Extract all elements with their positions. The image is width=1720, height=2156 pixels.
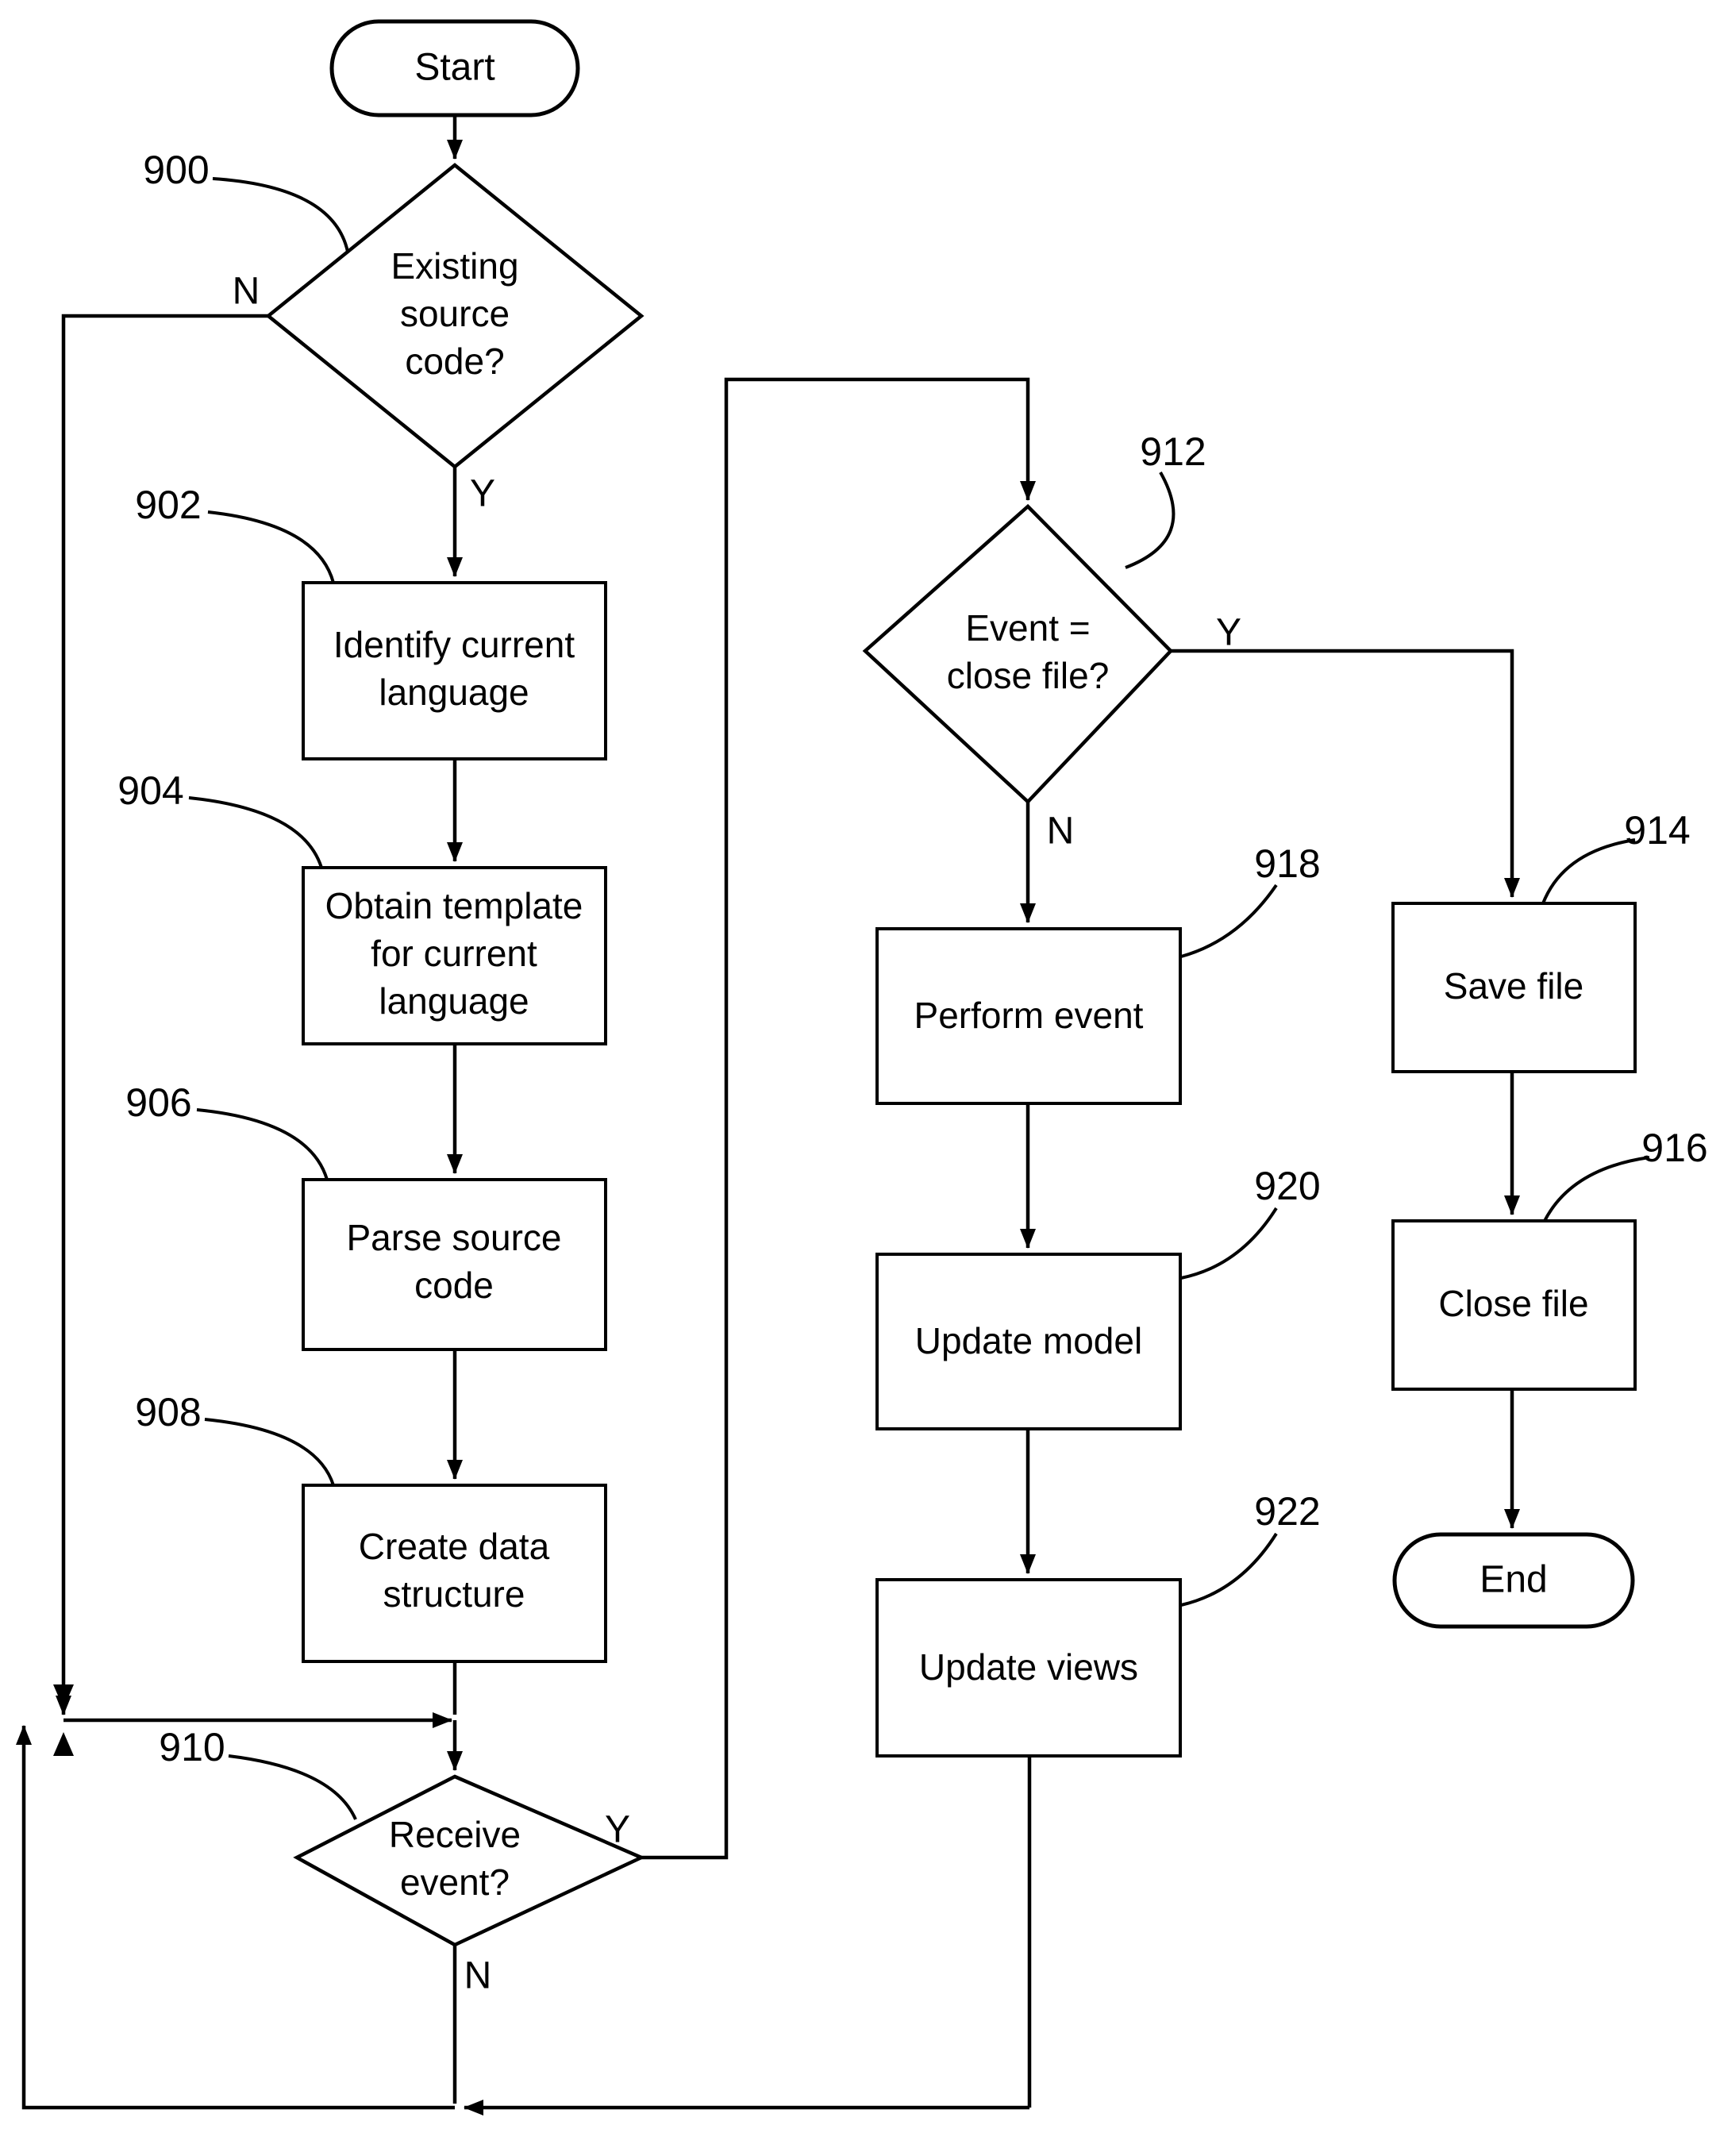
- identify-language-label-line2: language: [379, 672, 529, 713]
- obtain-template-label-line3: language: [379, 980, 529, 1022]
- obtain-template-label-line2: for current: [371, 933, 537, 974]
- update-model-label: Update model: [915, 1320, 1142, 1361]
- arrowhead-n-rail-into-junction: [53, 1684, 74, 1708]
- leader-908: [204, 1418, 335, 1486]
- create-structure-label-line1: Create data: [359, 1526, 550, 1567]
- ref-numeral-904: 904: [117, 768, 183, 813]
- branch-label-existing-source-yes: Y: [470, 473, 495, 515]
- ref-numeral-922: 922: [1254, 1489, 1320, 1534]
- leader-918: [1180, 884, 1278, 958]
- node-save-file: Save file: [1391, 902, 1637, 1073]
- start-label: Start: [414, 47, 494, 89]
- node-start: Start: [329, 19, 580, 117]
- leader-900: [212, 177, 349, 252]
- leader-910: [228, 1754, 357, 1820]
- branch-label-event-close-yes: Y: [1216, 612, 1241, 654]
- leader-914: [1541, 838, 1636, 904]
- update-views-label: Update views: [919, 1646, 1138, 1688]
- end-label: End: [1480, 1559, 1547, 1601]
- ref-numeral-902: 902: [135, 483, 201, 527]
- leader-916: [1543, 1156, 1650, 1222]
- node-create-structure: Create data structure: [302, 1484, 607, 1663]
- event-close-file-diamond-shape: [862, 503, 1174, 805]
- connector-event-close-yes-to-save-file: [1171, 649, 1520, 898]
- existing-source-label-line2: source: [400, 293, 510, 334]
- flowchart-canvas: Start Existing source code? Identify cur…: [16, 19, 1708, 2116]
- leader-912: [1125, 472, 1176, 569]
- perform-event-label: Perform event: [914, 995, 1144, 1036]
- node-update-model: Update model: [875, 1253, 1182, 1430]
- leader-904: [188, 796, 323, 868]
- ref-numeral-920: 920: [1254, 1164, 1320, 1208]
- ref-numeral-912: 912: [1140, 429, 1206, 474]
- ref-numeral-908: 908: [135, 1390, 201, 1434]
- obtain-template-label-line1: Obtain template: [325, 885, 583, 926]
- node-event-close-file-decision: Event = close file?: [862, 503, 1174, 805]
- node-perform-event: Perform event: [875, 927, 1182, 1105]
- parse-source-label-line2: code: [414, 1265, 494, 1306]
- ref-numeral-906: 906: [125, 1080, 191, 1125]
- connector-receive-event-yes-to-event-close-file: [641, 377, 1036, 1860]
- flowchart-diagram: Start Existing source code? Identify cur…: [0, 0, 1720, 2156]
- create-structure-label-line2: structure: [383, 1573, 525, 1615]
- close-file-label: Close file: [1438, 1283, 1588, 1324]
- receive-event-diamond-shape: [293, 1774, 646, 1947]
- node-existing-source-decision: Existing source code?: [265, 163, 645, 469]
- save-file-label: Save file: [1444, 965, 1583, 1007]
- leader-902: [207, 510, 335, 583]
- node-obtain-template: Obtain template for current language: [302, 866, 607, 1045]
- branch-label-existing-source-no: N: [233, 271, 260, 313]
- node-end: End: [1392, 1532, 1635, 1629]
- leader-922: [1180, 1532, 1278, 1607]
- node-close-file: Close file: [1391, 1219, 1637, 1391]
- identify-language-label-line1: Identify current: [333, 624, 575, 665]
- existing-source-label-line3: code?: [405, 341, 504, 382]
- branch-label-receive-event-yes: Y: [605, 1809, 630, 1851]
- leader-906: [196, 1108, 329, 1180]
- receive-event-label-line2: event?: [400, 1861, 510, 1903]
- node-parse-source: Parse source code: [302, 1178, 607, 1351]
- branch-label-receive-event-no: N: [464, 1955, 492, 1997]
- node-update-views: Update views: [875, 1578, 1182, 1758]
- ref-numeral-918: 918: [1254, 841, 1320, 886]
- branch-label-event-close-no: N: [1047, 810, 1075, 853]
- receive-event-label-line1: Receive: [389, 1814, 521, 1855]
- ref-numeral-916: 916: [1641, 1126, 1707, 1170]
- identify-language-box-shape: [302, 581, 607, 760]
- ref-numeral-900: 900: [143, 148, 209, 192]
- ref-numeral-914: 914: [1624, 808, 1690, 853]
- arrowhead-return-rail-into-junction: [53, 1732, 74, 1756]
- parse-source-label-line1: Parse source: [346, 1217, 561, 1258]
- node-receive-event-decision: Receive event?: [293, 1774, 646, 1947]
- connector-bottom-rail-up-left: [16, 1725, 455, 2110]
- ref-numeral-910: 910: [159, 1725, 225, 1769]
- event-close-file-label-line2: close file?: [947, 655, 1110, 696]
- event-close-file-label-line1: Event =: [965, 607, 1090, 649]
- leader-920: [1180, 1207, 1278, 1280]
- existing-source-label-line1: Existing: [391, 245, 518, 287]
- node-identify-language: Identify current language: [302, 581, 607, 760]
